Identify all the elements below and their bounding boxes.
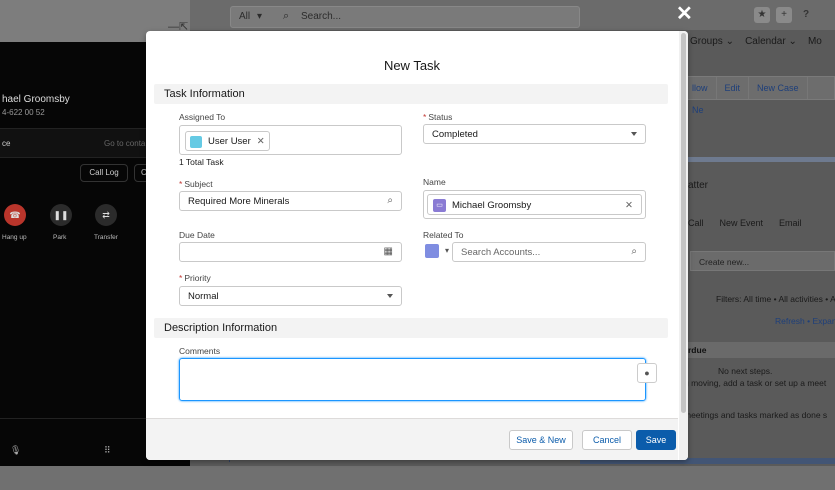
section-task-information[interactable]: Task Information (154, 84, 668, 104)
help-icon[interactable]: ? (798, 7, 814, 23)
header-icons: ★ +? (754, 7, 820, 23)
new-case-button[interactable]: New Case (749, 77, 808, 99)
due-date-label: Due Date (179, 230, 215, 240)
chevron-down-icon: ▾ (257, 11, 263, 22)
user-icon (190, 136, 202, 148)
follow-button[interactable]: llow (684, 77, 717, 99)
name-label: Name (423, 177, 446, 187)
due-date-input[interactable]: ▦ (179, 242, 402, 262)
total-task-count: 1 Total Task (179, 157, 224, 167)
name-pill[interactable]: ▭ Michael Groomsby ✕ (427, 194, 642, 215)
caller-number: 4-622 00 52 (2, 108, 45, 117)
subject-value: Required More Minerals (188, 196, 290, 207)
modal-footer: Save & New Cancel Save (146, 418, 678, 460)
goto-contact-link[interactable]: Go to conta (104, 139, 145, 148)
transfer-icon[interactable]: ⇄ (95, 204, 117, 226)
related-to-placeholder: Search Accounts... (461, 247, 541, 258)
related-to-label: Related To (423, 230, 464, 240)
subject-label: * Subject (179, 179, 213, 189)
microphone-icon[interactable]: 🎙 (10, 445, 21, 456)
cancel-button[interactable]: Cancel (582, 430, 632, 450)
search-scope[interactable]: All (239, 11, 250, 22)
get-moving-text: g moving, add a task or set up a meet (684, 378, 827, 388)
chatter-title: atter (688, 180, 709, 191)
nav-item-groups[interactable]: Groups (690, 36, 723, 47)
nav-item-calendar[interactable]: Calendar (745, 36, 786, 47)
refresh-link[interactable]: Refresh • Expan (775, 316, 835, 326)
context-label: ce (2, 139, 11, 148)
new-button[interactable]: Ne (684, 99, 712, 121)
assigned-to-field[interactable]: User User ✕ (179, 125, 402, 155)
priority-select[interactable]: Normal (179, 286, 402, 306)
search-icon: ⌕ (387, 195, 393, 206)
assigned-user-pill[interactable]: User User ✕ (185, 131, 270, 151)
dialpad-icon[interactable]: ⠿ (104, 445, 111, 456)
chevron-down-icon: ▾ (445, 246, 450, 255)
divider (680, 157, 835, 162)
park-label: Park (53, 234, 67, 241)
overdue-header: rdue (682, 342, 835, 358)
save-and-new-button[interactable]: Save & New (509, 430, 573, 450)
nav-item-more[interactable]: Mo (808, 36, 822, 47)
section-description-information[interactable]: Description Information (154, 318, 668, 338)
activity-filters: Filters: All time • All activities • A (716, 294, 835, 304)
phone-end-icon[interactable]: ☎ (4, 204, 26, 226)
chevron-down-icon (631, 132, 637, 136)
search-icon: ⌕ (631, 246, 637, 257)
modal-scrollbar[interactable] (679, 31, 688, 460)
priority-value: Normal (188, 291, 219, 302)
chat-bubble-icon[interactable]: ● (637, 363, 657, 383)
favorites-icon[interactable]: ★ (754, 7, 770, 23)
record-actions: llow Edit New CaseNe (683, 76, 835, 115)
add-icon[interactable]: + (776, 7, 792, 23)
scrollbar-thumb[interactable] (681, 33, 686, 413)
remove-icon[interactable]: ✕ (625, 195, 633, 216)
tab-email[interactable]: Email (779, 218, 802, 228)
status-value: Completed (432, 129, 478, 140)
new-task-modal: New Task Task Information Assigned To Us… (146, 31, 688, 460)
search-icon: ⌕ (283, 10, 290, 22)
hang-up-label: Hang up (2, 234, 27, 241)
remove-icon[interactable]: ✕ (257, 136, 265, 147)
modal-title: New Task (383, 58, 441, 73)
past-meetings-text: meetings and tasks marked as done s (684, 410, 828, 420)
assigned-user-name: User User (208, 136, 251, 147)
save-button[interactable]: Save (636, 430, 676, 450)
contact-icon: ▭ (433, 199, 446, 212)
subject-input[interactable]: Required More Minerals ⌕ (179, 191, 402, 211)
no-next-steps: No next steps. (718, 366, 773, 376)
calendar-icon[interactable]: ▦ (384, 246, 393, 257)
status-label: * Status (423, 112, 453, 122)
tab-call[interactable]: Call (688, 218, 704, 228)
create-new-input[interactable]: Create new... (690, 251, 835, 271)
page-bottom (0, 466, 835, 490)
transfer-label: Transfer (94, 234, 118, 241)
status-select[interactable]: Completed (423, 124, 646, 144)
chevron-down-icon (387, 294, 393, 298)
required-marker: * (423, 112, 427, 122)
account-icon (425, 244, 439, 258)
comments-textarea[interactable] (179, 358, 646, 401)
close-modal-button[interactable]: ✕ (676, 4, 693, 24)
name-value: Michael Groomsby (452, 200, 532, 211)
search-placeholder[interactable]: Search... (301, 11, 341, 22)
name-lookup[interactable]: ▭ Michael Groomsby ✕ (423, 190, 646, 219)
app-nav: Groups ⌄ Calendar ⌄ Mo (690, 36, 822, 47)
caller-name: hael Groomsby (2, 94, 70, 105)
edit-button[interactable]: Edit (717, 77, 750, 99)
global-search[interactable]: All ▾ ⌕ Search... (230, 6, 580, 28)
tab-new-event[interactable]: New Event (720, 218, 764, 228)
related-to-input[interactable]: Search Accounts... ⌕ (452, 242, 646, 262)
assigned-to-label: Assigned To (179, 112, 226, 122)
priority-label: * Priority (179, 273, 211, 283)
comments-label: Comments (179, 346, 221, 356)
call-log-button[interactable]: Call Log (80, 164, 128, 182)
pause-icon[interactable]: ❚❚ (50, 204, 72, 226)
activity-tabs: Call New Event Email (688, 218, 818, 228)
